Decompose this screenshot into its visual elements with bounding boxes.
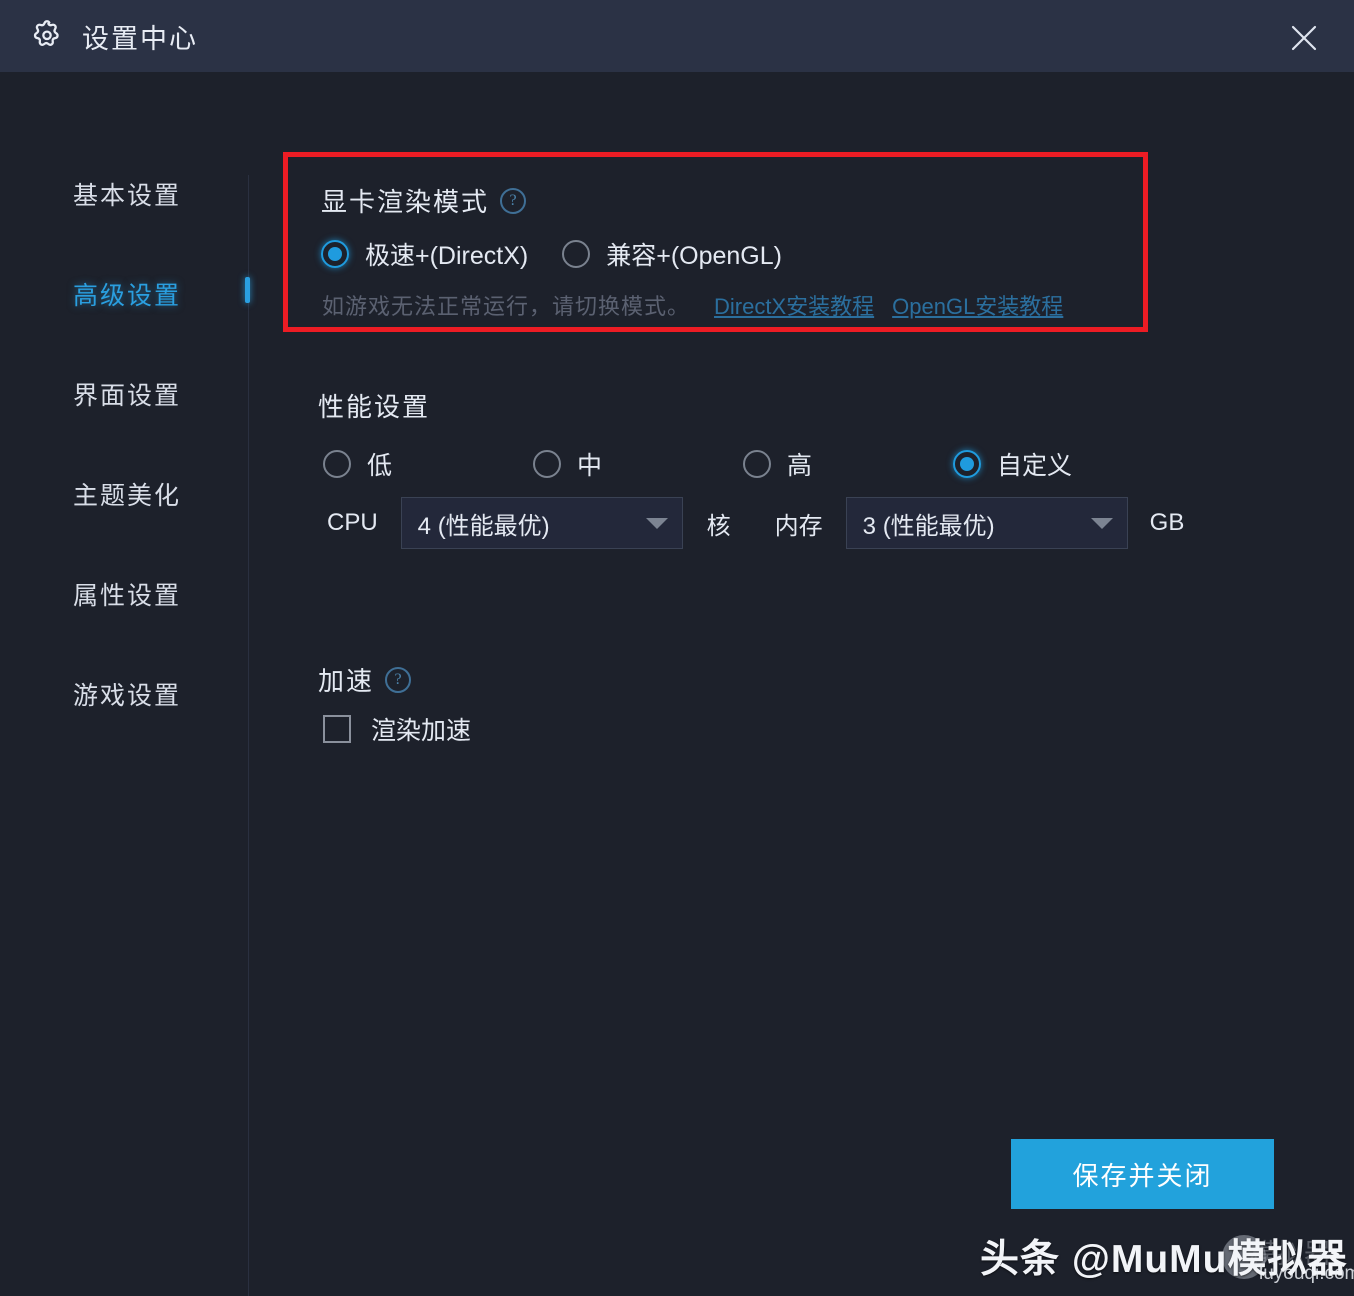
performance-title-row: 性能设置 [318,387,430,424]
sidebar-item-interface[interactable]: 界面设置 [0,370,248,418]
radio-label: 自定义 [997,452,1073,480]
help-icon[interactable]: ? [500,187,527,214]
close-icon [1287,21,1321,55]
gear-icon [30,19,64,53]
window-titlebar: 设置中心 [0,0,1354,72]
cpu-select-value: 4 (性能最优) [417,512,550,540]
memory-unit: GB [1149,509,1185,536]
help-icon[interactable]: ? [385,666,412,693]
radio-label: 极速+(DirectX) [365,242,529,270]
sidebar-item-property[interactable]: 属性设置 [0,570,248,618]
radio-mark [562,240,591,268]
radio-label: 高 [787,452,813,480]
chevron-down-icon [1090,517,1113,529]
checkbox-label: 渲染加速 [371,717,472,745]
radio-mark [533,450,561,478]
link-opengl-tutorial[interactable]: OpenGL安装教程 [892,289,1063,321]
save-and-close-button[interactable]: 保存并关闭 [1011,1139,1274,1209]
radio-perf-medium[interactable]: 中 [533,446,602,482]
chevron-down-icon [645,517,668,529]
radio-perf-custom[interactable]: 自定义 [953,446,1072,482]
window-title: 设置中心 [82,23,198,54]
radio-label: 兼容+(OpenGL) [606,242,782,270]
render-mode-title: 显卡渲染模式 [321,187,490,217]
memory-label: 内存 [774,512,823,540]
radio-directx[interactable]: 极速+(DirectX) [321,236,528,272]
render-mode-title-row: 显卡渲染模式 ? [321,182,527,219]
sidebar-item-label: 属性设置 [73,582,182,610]
radio-mark [743,450,771,478]
render-acceleration-checkbox[interactable]: 渲染加速 [323,711,471,747]
radio-perf-low[interactable]: 低 [323,446,392,482]
content-panel: 显卡渲染模式 ? 极速+(DirectX) 兼容+(OpenGL) 如游戏无法正… [248,72,1354,1296]
sidebar-item-label: 高级设置 [73,282,182,310]
performance-title: 性能设置 [318,392,431,422]
sidebar-item-label: 主题美化 [73,482,182,510]
cpu-label: CPU [327,509,378,536]
sidebar-item-theme[interactable]: 主题美化 [0,470,248,518]
watermark-site-text: luyouqi.com [1259,1263,1354,1284]
sidebar-item-label: 基本设置 [73,182,182,210]
cpu-unit: 核 [706,512,731,540]
radio-mark [953,450,981,478]
link-directx-tutorial[interactable]: DirectX安装教程 [714,289,874,321]
render-mode-hint-row: 如游戏无法正常运行，请切换模式。 DirectX安装教程 OpenGL安装教程 [322,289,1063,321]
radio-label: 低 [367,452,393,480]
close-button[interactable] [1282,16,1326,60]
memory-select-value: 3 (性能最优) [862,512,995,540]
radio-opengl[interactable]: 兼容+(OpenGL) [562,236,782,272]
cpu-select[interactable]: 4 (性能最优) [400,497,683,549]
radio-perf-high[interactable]: 高 [743,446,812,482]
radio-mark [323,450,351,478]
sidebar-item-label: 界面设置 [73,382,182,410]
memory-select[interactable]: 3 (性能最优) [845,497,1128,549]
sidebar: 基本设置 高级设置 界面设置 主题美化 属性设置 游戏设置 [0,72,248,1296]
sidebar-item-basic[interactable]: 基本设置 [0,170,248,218]
sidebar-item-label: 游戏设置 [73,682,182,710]
titlebar-left-group: 设置中心 [30,17,198,56]
radio-label: 中 [577,452,603,480]
sidebar-item-advanced[interactable]: 高级设置 [0,270,248,318]
render-mode-hint: 如游戏无法正常运行，请切换模式。 [322,294,691,319]
radio-mark [321,240,349,268]
checkbox-mark [323,715,351,743]
cpu-field-row: CPU 4 (性能最优) 核 内存 3 (性能最优) GB [327,497,1184,549]
acceleration-title-row: 加速 ? [318,661,412,698]
acceleration-title: 加速 [318,666,375,696]
sidebar-item-game[interactable]: 游戏设置 [0,670,248,718]
render-mode-radio-group: 极速+(DirectX) 兼容+(OpenGL) [321,236,782,272]
